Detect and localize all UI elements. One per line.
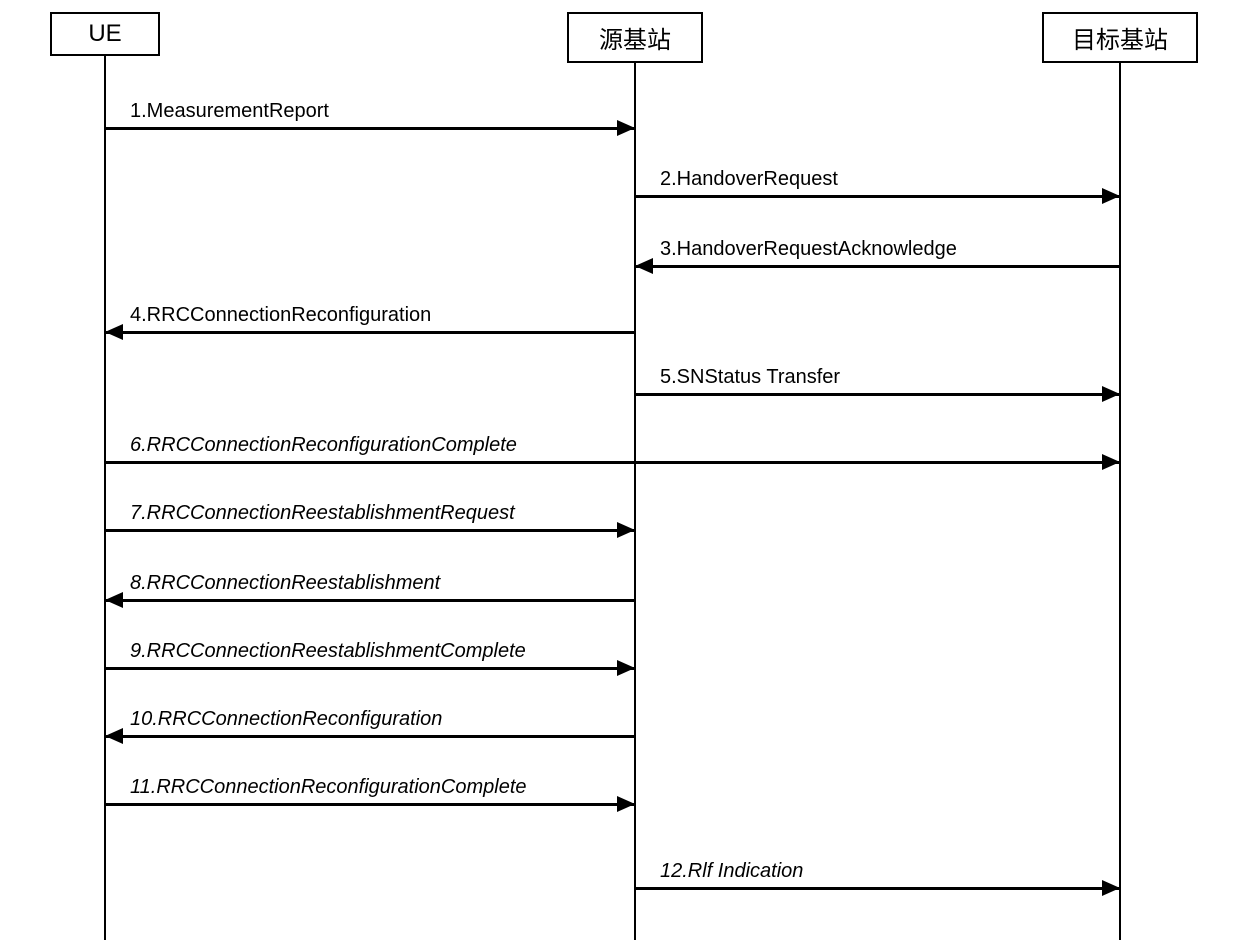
message-arrow-5 xyxy=(635,393,1120,396)
message-label-3: 3.HandoverRequestAcknowledge xyxy=(660,238,957,261)
sequence-diagram: UE 源基站 目标基站 1.MeasurementReport 2.Handove… xyxy=(0,0,1240,949)
message-arrow-1 xyxy=(105,127,635,130)
arrow-head-1 xyxy=(617,120,635,136)
message-arrow-6 xyxy=(105,461,1120,464)
actor-ue-label: UE xyxy=(88,20,121,47)
arrow-head-12 xyxy=(1102,880,1120,896)
arrow-head-4 xyxy=(105,324,123,340)
message-label-1: 1.MeasurementReport xyxy=(130,100,329,123)
actor-target: 目标基站 xyxy=(1042,12,1198,63)
actor-source: 源基站 xyxy=(567,12,703,63)
arrow-head-6 xyxy=(1102,454,1120,470)
arrow-head-2 xyxy=(1102,188,1120,204)
message-arrow-8 xyxy=(105,599,635,602)
arrow-head-11 xyxy=(617,796,635,812)
message-arrow-11 xyxy=(105,803,635,806)
message-label-2: 2.HandoverRequest xyxy=(660,168,838,191)
message-arrow-10 xyxy=(105,735,635,738)
message-label-7: 7.RRCConnectionReestablishmentRequest xyxy=(130,502,515,525)
actor-target-label: 目标基站 xyxy=(1072,27,1168,54)
message-label-9: 9.RRCConnectionReestablishmentComplete xyxy=(130,640,526,663)
arrow-head-7 xyxy=(617,522,635,538)
message-arrow-2 xyxy=(635,195,1120,198)
message-label-12: 12.Rlf Indication xyxy=(660,860,803,883)
message-label-11: 11.RRCConnectionReconfigurationComplete xyxy=(130,776,527,799)
arrow-head-3 xyxy=(635,258,653,274)
message-arrow-12 xyxy=(635,887,1120,890)
actor-source-label: 源基站 xyxy=(599,27,671,54)
arrow-head-9 xyxy=(617,660,635,676)
message-arrow-3 xyxy=(635,265,1120,268)
arrow-head-10 xyxy=(105,728,123,744)
arrow-head-5 xyxy=(1102,386,1120,402)
message-arrow-9 xyxy=(105,667,635,670)
message-label-10: 10.RRCConnectionReconfiguration xyxy=(130,708,442,731)
message-label-8: 8.RRCConnectionReestablishment xyxy=(130,572,440,595)
message-label-5: 5.SNStatus Transfer xyxy=(660,366,840,389)
message-label-6: 6.RRCConnectionReconfigurationComplete xyxy=(130,434,517,457)
message-arrow-4 xyxy=(105,331,635,334)
message-label-4: 4.RRCConnectionReconfiguration xyxy=(130,304,431,327)
arrow-head-8 xyxy=(105,592,123,608)
actor-ue: UE xyxy=(50,12,160,56)
lifeline-ue xyxy=(104,56,106,940)
message-arrow-7 xyxy=(105,529,635,532)
